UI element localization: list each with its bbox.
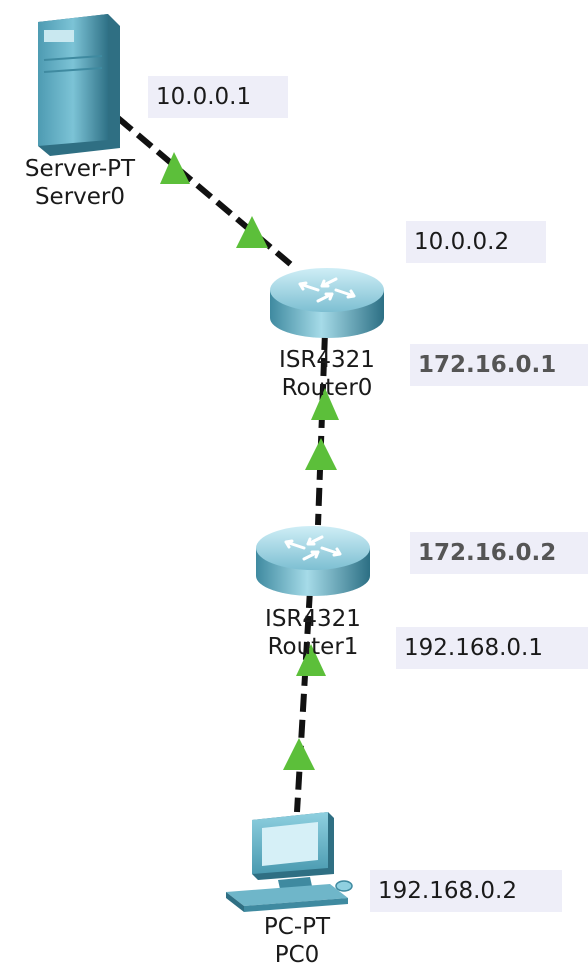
device-label-server0: Server-PT Server0 — [25, 155, 135, 211]
device-label-router0: ISR4321 Router0 — [279, 346, 375, 402]
device-model: PC-PT — [263, 914, 331, 940]
server-icon[interactable] — [38, 14, 120, 156]
device-model: ISR4321 — [279, 347, 375, 373]
ip-note-router0-a[interactable]: 10.0.0.2 — [406, 221, 546, 263]
pc-icon[interactable] — [226, 812, 353, 912]
ip-note-router1-b[interactable]: 192.168.0.1 — [396, 627, 588, 669]
link-up-indicator — [305, 438, 337, 470]
device-label-pc0: PC-PT PC0 — [264, 913, 330, 969]
router-icon[interactable] — [270, 268, 384, 338]
device-name: PC0 — [274, 942, 320, 968]
ip-note-router1-a[interactable]: 172.16.0.2 — [410, 532, 588, 574]
device-model: ISR4321 — [265, 606, 361, 632]
device-model: Server-PT — [24, 156, 136, 182]
ip-note-pc0[interactable]: 192.168.0.2 — [370, 870, 562, 912]
ip-note-server0[interactable]: 10.0.0.1 — [148, 76, 288, 118]
router-icon[interactable] — [256, 526, 370, 596]
topology-canvas — [38, 14, 384, 912]
device-name: Router1 — [267, 634, 359, 660]
link-server0-router0[interactable] — [116, 115, 297, 271]
link-up-indicator — [283, 738, 315, 770]
ip-note-router0-b[interactable]: 172.16.0.1 — [410, 344, 588, 386]
device-name: Router0 — [281, 375, 373, 401]
device-name: Server0 — [34, 184, 126, 210]
device-label-router1: ISR4321 Router1 — [265, 605, 361, 661]
